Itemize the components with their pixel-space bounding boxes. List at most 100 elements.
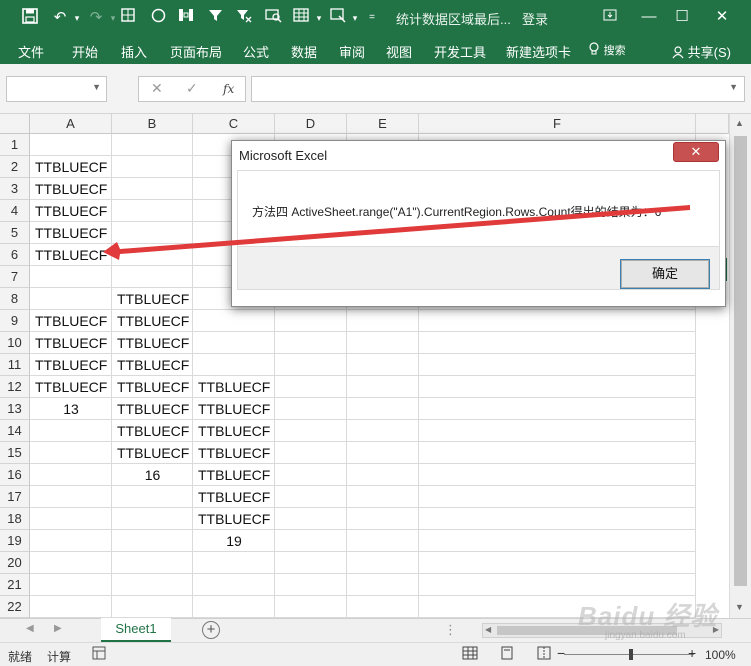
cell-b8[interactable]: TTBLUECF [112, 288, 193, 310]
row-header-16[interactable]: 16 [0, 464, 30, 486]
shape-icon[interactable] [148, 8, 168, 28]
page-break-view-icon[interactable] [537, 646, 551, 663]
scroll-down-icon[interactable]: ▼ [735, 602, 744, 612]
status-calculate[interactable]: 计算 [47, 648, 71, 665]
cell-c12[interactable]: TTBLUECF [193, 376, 275, 398]
ok-button[interactable]: 确定 [620, 259, 710, 289]
column-header-a[interactable]: A [30, 114, 112, 134]
column-header-partial[interactable] [696, 114, 729, 134]
name-box[interactable]: ▼ [6, 76, 107, 102]
zoom-level[interactable]: 100% [705, 648, 736, 662]
row-header-19[interactable]: 19 [0, 530, 30, 552]
tab-new-tab[interactable]: 新建选项卡 [506, 42, 571, 61]
save-icon[interactable] [20, 8, 40, 28]
cell-c19[interactable]: 19 [193, 530, 275, 552]
tab-insert[interactable]: 插入 [121, 42, 147, 61]
zoom-out-icon[interactable]: − [557, 645, 565, 661]
cell-c13[interactable]: TTBLUECF [193, 398, 275, 420]
scroll-up-icon[interactable]: ▲ [735, 118, 744, 128]
maximize-icon[interactable]: ☐ [670, 6, 694, 28]
tab-formulas[interactable]: 公式 [243, 42, 269, 61]
next-sheet-icon[interactable]: ▶ [54, 623, 62, 634]
ribbon-display-icon[interactable] [598, 6, 622, 28]
column-icon[interactable] [176, 8, 196, 28]
dialog-close-button[interactable]: ✕ [673, 142, 719, 162]
column-header-f[interactable]: F [419, 114, 696, 134]
column-header-e[interactable]: E [347, 114, 419, 134]
row-header-21[interactable]: 21 [0, 574, 30, 596]
enter-icon[interactable]: ✓ [186, 80, 198, 97]
row-header-7[interactable]: 7 [0, 266, 30, 288]
cell-a13[interactable]: 13 [30, 398, 112, 420]
cell-b11[interactable]: TTBLUECF [112, 354, 193, 376]
row-header-2[interactable]: 2 [0, 156, 30, 178]
row-header-12[interactable]: 12 [0, 376, 30, 398]
cell-c18[interactable]: TTBLUECF [193, 508, 275, 530]
minimize-icon[interactable]: — [637, 6, 661, 28]
row-header-14[interactable]: 14 [0, 420, 30, 442]
column-header-c[interactable]: C [193, 114, 275, 134]
row-header-22[interactable]: 22 [0, 596, 30, 618]
cell-a6[interactable]: TTBLUECF [30, 244, 112, 266]
tab-file[interactable]: 文件 [18, 42, 44, 61]
column-header-d[interactable]: D [275, 114, 347, 134]
column-header-b[interactable]: B [112, 114, 193, 134]
macro-record-icon[interactable] [92, 646, 106, 663]
tab-developer[interactable]: 开发工具 [434, 42, 486, 61]
cell-a2[interactable]: TTBLUECF [30, 156, 112, 178]
row-header-9[interactable]: 9 [0, 310, 30, 332]
tab-data[interactable]: 数据 [291, 42, 317, 61]
row-header-3[interactable]: 3 [0, 178, 30, 200]
share-button[interactable]: 共享(S) [672, 42, 731, 61]
cell-c14[interactable]: TTBLUECF [193, 420, 275, 442]
find-icon[interactable] [263, 8, 283, 28]
login-link[interactable]: 登录 [522, 9, 548, 28]
cancel-icon[interactable]: ✕ [151, 80, 163, 97]
cell-b10[interactable]: TTBLUECF [112, 332, 193, 354]
undo-dropdown-icon[interactable]: ▾ [67, 8, 87, 28]
cell-b15[interactable]: TTBLUECF [112, 442, 193, 464]
cell-a3[interactable]: TTBLUECF [30, 178, 112, 200]
cell-a9[interactable]: TTBLUECF [30, 310, 112, 332]
table-dropdown-icon[interactable]: ▾ [309, 8, 329, 28]
chevron-down-icon[interactable]: ▼ [92, 82, 101, 92]
prev-sheet-icon[interactable]: ◀ [26, 623, 34, 634]
close-window-icon[interactable]: ✕ [710, 6, 734, 28]
cell-a11[interactable]: TTBLUECF [30, 354, 112, 376]
cell-b13[interactable]: TTBLUECF [112, 398, 193, 420]
row-header-17[interactable]: 17 [0, 486, 30, 508]
cell-b12[interactable]: TTBLUECF [112, 376, 193, 398]
cell-b9[interactable]: TTBLUECF [112, 310, 193, 332]
row-header-4[interactable]: 4 [0, 200, 30, 222]
row-header-1[interactable]: 1 [0, 134, 30, 156]
tab-home[interactable]: 开始 [72, 42, 98, 61]
zoom-slider-thumb[interactable] [629, 649, 633, 660]
row-header-5[interactable]: 5 [0, 222, 30, 244]
table-icon[interactable] [291, 8, 311, 28]
cell-a10[interactable]: TTBLUECF [30, 332, 112, 354]
borders-icon[interactable] [118, 8, 138, 28]
tab-split-handle[interactable]: ⋮ [444, 622, 457, 638]
sheet-tab-sheet1[interactable]: Sheet1 [101, 618, 171, 642]
cell-a4[interactable]: TTBLUECF [30, 200, 112, 222]
cell-b16[interactable]: 16 [112, 464, 193, 486]
add-sheet-icon[interactable]: + [202, 621, 220, 639]
page-layout-view-icon[interactable] [500, 646, 514, 663]
row-header-13[interactable]: 13 [0, 398, 30, 420]
cell-c15[interactable]: TTBLUECF [193, 442, 275, 464]
tab-view[interactable]: 视图 [386, 42, 412, 61]
tab-review[interactable]: 审阅 [339, 42, 365, 61]
expand-formula-icon[interactable]: ▼ [729, 82, 738, 92]
tell-me-search[interactable]: 搜索 [588, 42, 626, 58]
row-header-15[interactable]: 15 [0, 442, 30, 464]
formula-input[interactable]: ▼ [251, 76, 745, 102]
row-header-6[interactable]: 6 [0, 244, 30, 266]
zoom-in-icon[interactable]: + [688, 645, 696, 661]
vertical-scrollbar[interactable]: ▲ ▼ [729, 114, 751, 618]
vertical-scroll-thumb[interactable] [734, 136, 747, 586]
normal-view-icon[interactable] [462, 646, 478, 663]
cell-c17[interactable]: TTBLUECF [193, 486, 275, 508]
tab-page-layout[interactable]: 页面布局 [170, 42, 222, 61]
cell-b14[interactable]: TTBLUECF [112, 420, 193, 442]
select-all-corner[interactable] [0, 114, 30, 134]
